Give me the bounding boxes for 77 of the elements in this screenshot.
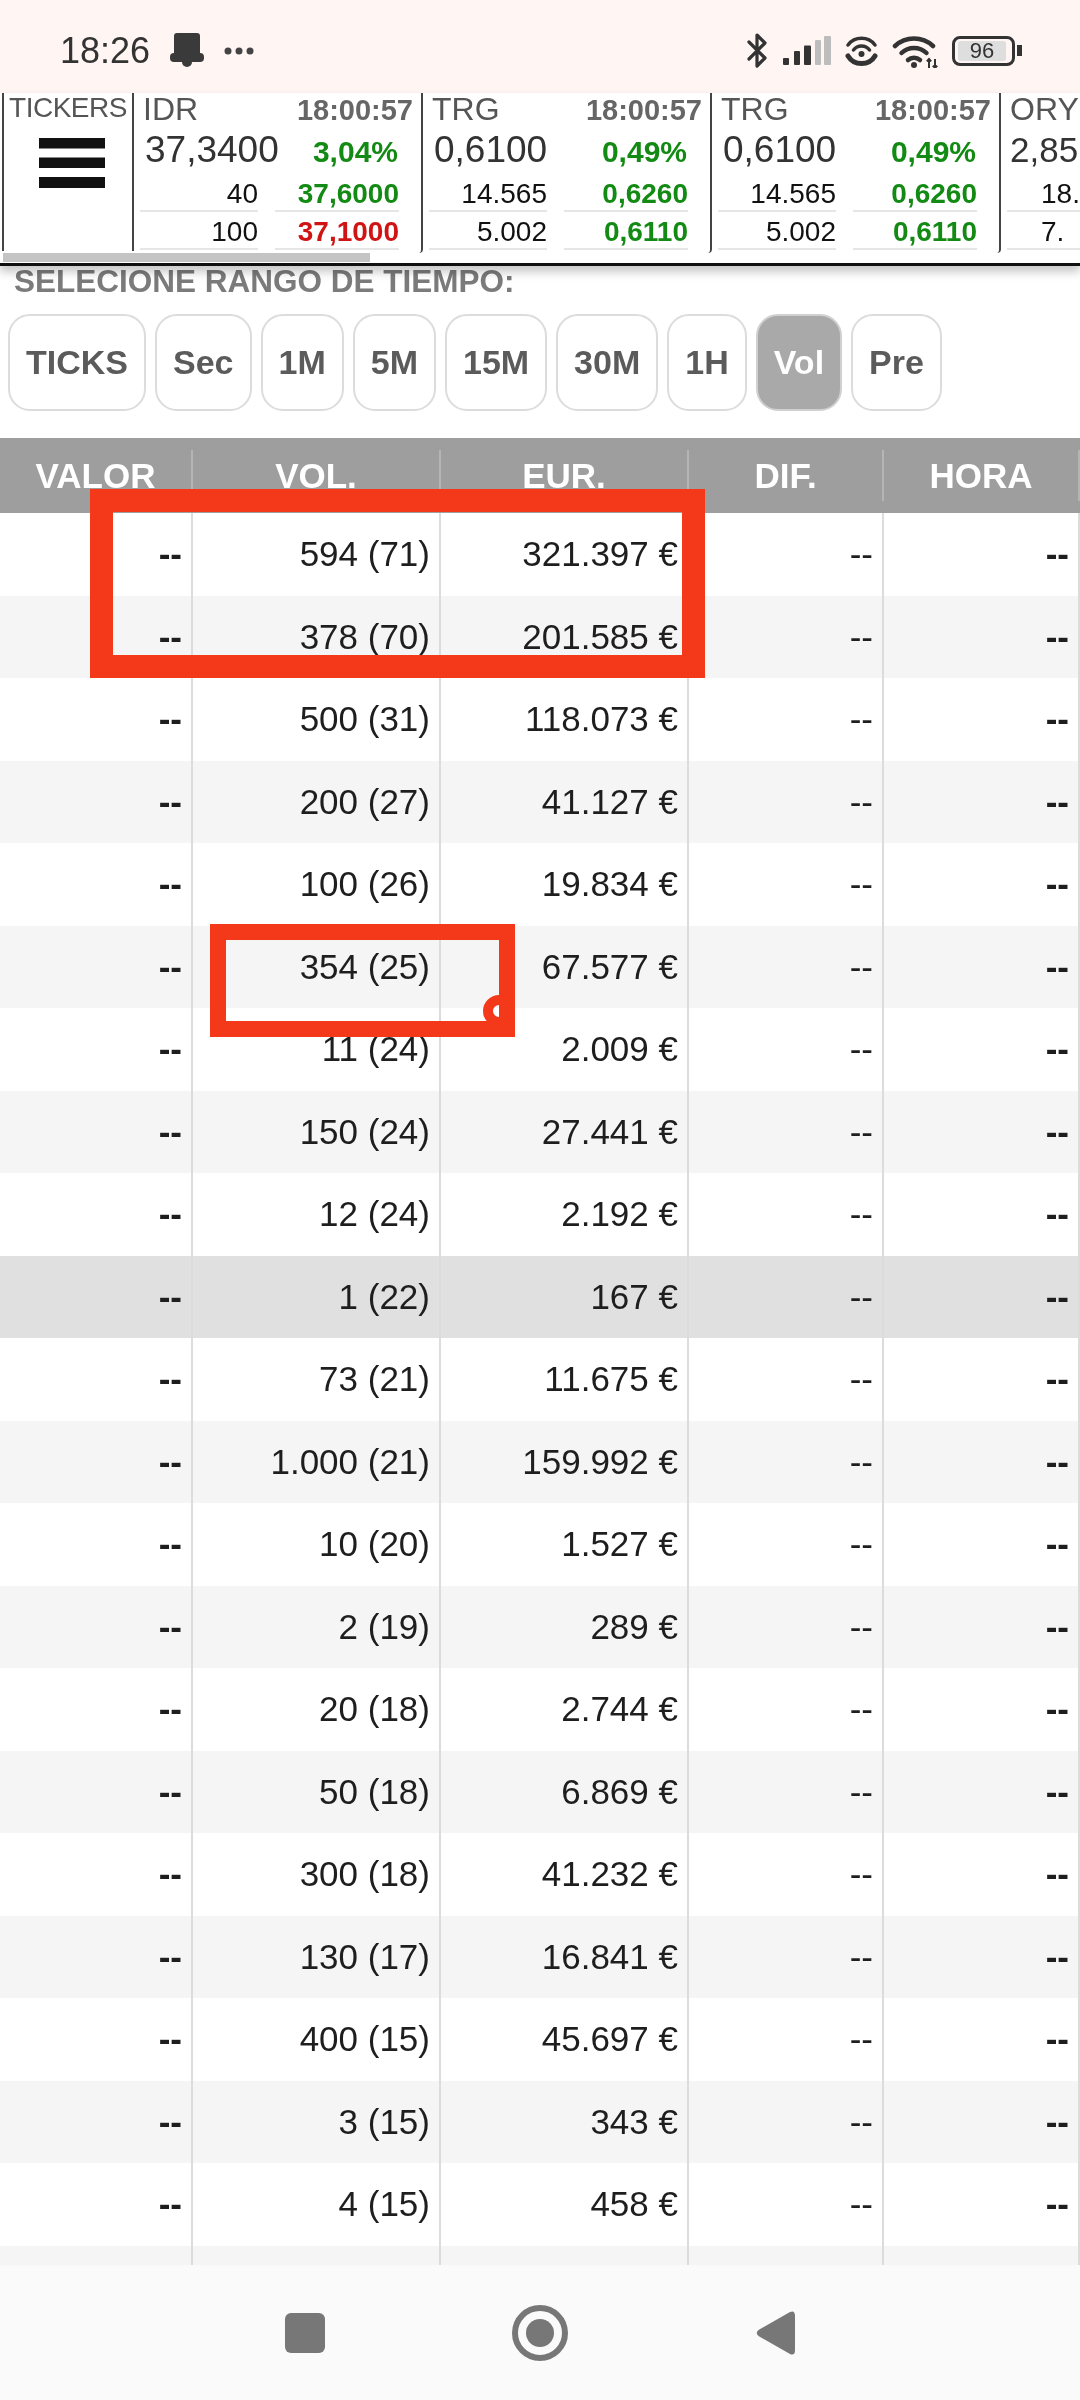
ticker-price: 2,85 xyxy=(1010,130,1079,170)
dots-icon xyxy=(224,46,255,55)
column-header: VALOR xyxy=(0,450,193,501)
order-price: 0,6260 xyxy=(602,178,688,209)
ticker-price: 0,6100 xyxy=(723,130,837,170)
wifi-icon xyxy=(892,33,938,68)
bell-icon xyxy=(170,33,205,68)
table-cell: 458 € xyxy=(441,2163,689,2246)
back-icon[interactable] xyxy=(755,2309,795,2356)
table-row[interactable]: -- 11 (24) 2.009 € -- -- xyxy=(0,1008,1080,1091)
order-price: 0,6260 xyxy=(891,178,977,209)
ticker-symbol: TRG xyxy=(721,93,789,125)
ticker-change: 0,49% xyxy=(601,134,687,170)
order-price: 0,6110 xyxy=(603,216,688,247)
home-icon[interactable] xyxy=(512,2304,568,2361)
ticker-change: 0,49% xyxy=(890,134,976,170)
order-volume: 5.002 xyxy=(765,216,836,247)
time-range-button[interactable]: 5M xyxy=(352,314,436,411)
status-time: 18:26 xyxy=(60,30,151,71)
ticker-symbol: ORY xyxy=(1010,93,1079,125)
table-row[interactable]: -- 400 (15) 45.697 € -- -- xyxy=(0,1998,1080,2081)
column-header: HORA xyxy=(884,450,1080,501)
table-row[interactable]: -- 100 (26) 19.834 € -- -- xyxy=(0,843,1080,926)
column-header: DIF. xyxy=(689,450,884,501)
ticker-change: 3,04% xyxy=(312,134,398,170)
order-volume: 40 xyxy=(226,178,258,209)
time-range-button[interactable]: 30M xyxy=(556,314,659,411)
table-cell: 4 (15) xyxy=(193,2163,441,2246)
table-row[interactable]: -- 4 (15) 458 € -- -- xyxy=(0,2163,1080,2246)
bluetooth-icon xyxy=(745,31,769,70)
ticker-card[interactable]: TRG 18:00:57 0,6100 0,49% 14.565 0,6260 5.002 0,6110 xyxy=(712,93,1001,253)
time-range-button[interactable]: TICKS xyxy=(8,314,146,411)
table-cell: 100 (26) xyxy=(193,843,441,926)
order-volume: 18. xyxy=(1041,178,1080,209)
table-row[interactable]: -- 20 (18) 2.744 € -- -- xyxy=(0,1668,1080,1751)
column-header: EUR. xyxy=(441,450,689,501)
table-row[interactable]: -- 500 (31) 118.073 € -- -- xyxy=(0,678,1080,761)
tickers-label: TICKERS xyxy=(9,93,127,123)
ticker-time: 18:00:57 xyxy=(585,94,702,126)
scrollbar-thumb[interactable] xyxy=(3,253,370,262)
table-row[interactable]: -- 73 (21) 11.675 € -- -- xyxy=(0,1338,1080,1421)
column-header: VOL. xyxy=(193,450,441,501)
order-volume: 14.565 xyxy=(750,178,836,209)
order-price: 37,1000 xyxy=(297,216,399,247)
order-volume: 7. xyxy=(1041,216,1065,247)
wifi-calling-icon xyxy=(845,34,878,67)
battery-percentage: 96 xyxy=(958,40,1006,61)
table-cell: -- xyxy=(0,2163,193,2246)
time-range-button[interactable]: 1M xyxy=(260,314,344,411)
time-range-button[interactable]: Pre xyxy=(851,314,942,411)
section-label: SELECIONE RANGO DE TIEMPO: xyxy=(13,266,516,296)
table-row[interactable]: -- 12 (24) 2.192 € -- -- xyxy=(0,1173,1080,1256)
table-row[interactable]: -- 300 (18) 41.232 € -- -- xyxy=(0,1833,1080,1916)
table-row[interactable]: -- 594 (71) 321.397 € -- -- xyxy=(0,513,1080,596)
square-icon[interactable] xyxy=(285,2312,325,2353)
table-row[interactable]: -- 1 (22) 167 € -- -- xyxy=(0,1255,1080,1338)
ticker-time: 18:00:57 xyxy=(296,94,413,126)
order-price: 0,6110 xyxy=(892,216,977,247)
ticker-card[interactable]: ORY 2,85 18. 7. xyxy=(1001,93,1080,253)
table-row[interactable]: -- 10 (20) 1.527 € -- -- xyxy=(0,1503,1080,1586)
ticker-card[interactable]: TRG 18:00:57 0,6100 0,49% 14.565 0,6260 5.002 0,6110 xyxy=(423,93,712,253)
order-volume: 100 xyxy=(211,216,258,247)
ticker-symbol: IDR xyxy=(143,93,199,125)
table-cell: -- xyxy=(689,2163,884,2246)
time-range-button[interactable]: 15M xyxy=(444,314,548,411)
order-price: 37,6000 xyxy=(297,178,399,209)
menu-icon[interactable] xyxy=(39,138,105,188)
signal-icon xyxy=(783,36,831,65)
time-range-button[interactable]: 1H xyxy=(667,314,747,411)
time-range-button[interactable]: Sec xyxy=(155,314,252,411)
order-volume: 14.565 xyxy=(461,178,547,209)
ticker-time: 18:00:57 xyxy=(874,94,991,126)
order-volume: 5.002 xyxy=(476,216,547,247)
ticker-price: 0,6100 xyxy=(434,130,548,170)
ticker-price: 37,3400 xyxy=(145,130,279,170)
table-cell: -- xyxy=(884,2163,1080,2246)
ticker-symbol: TRG xyxy=(432,93,500,125)
